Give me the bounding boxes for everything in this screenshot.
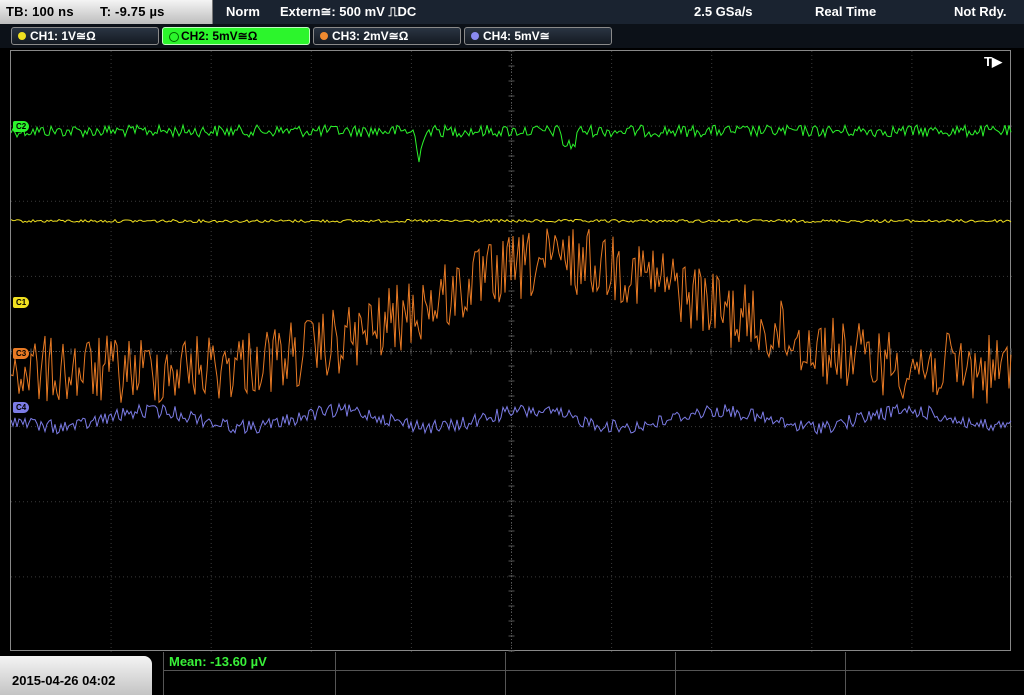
trigger-status: Not Rdy.: [954, 4, 1007, 19]
ch3-offset-marker[interactable]: C3: [13, 348, 30, 359]
ch1-label: CH1: 1V≅Ω: [30, 29, 96, 43]
ch3-label: CH3: 2mV≅Ω: [332, 29, 409, 43]
graticule-and-traces: [11, 51, 1012, 652]
ch2-offset-marker[interactable]: C2: [13, 121, 30, 132]
ch4-offset-marker[interactable]: C4: [13, 402, 30, 413]
meas-cell-2: [335, 652, 336, 695]
measurement-table[interactable]: Mean: -13.60 µV: [163, 652, 1024, 695]
channel-tab-ch3[interactable]: CH3: 2mV≅Ω: [313, 27, 461, 45]
channel-bar: CH1: 1V≅Ω CH2: 5mV≅Ω CH3: 2mV≅Ω CH4: 5mV…: [0, 24, 1024, 48]
ch3-color-dot: [320, 32, 328, 40]
waveform-display[interactable]: [10, 50, 1012, 652]
ch1-color-dot: [18, 32, 26, 40]
ch4-color-dot: [471, 32, 479, 40]
timebase-box[interactable]: TB: 100 ns T: -9.75 µs: [0, 0, 213, 24]
ch2-label: CH2: 5mV≅Ω: [181, 29, 258, 43]
channel-tab-ch2[interactable]: CH2: 5mV≅Ω: [162, 27, 310, 45]
mean-measurement: Mean: -13.60 µV: [169, 654, 267, 669]
trigger-source[interactable]: Extern≅: 500 mV ⎍DC: [280, 4, 416, 20]
ch4-label: CH4: 5mV≅: [483, 29, 550, 43]
meas-cell-4: [675, 652, 676, 695]
meas-cell-5: [845, 652, 846, 695]
meas-cell-1: [163, 652, 164, 695]
channel-tab-ch4[interactable]: CH4: 5mV≅: [464, 27, 612, 45]
top-status-bar: TB: 100 ns T: -9.75 µs Norm Extern≅: 500…: [0, 0, 1024, 24]
channel-tab-ch1[interactable]: CH1: 1V≅Ω: [11, 27, 159, 45]
trigger-position-marker[interactable]: T▶: [984, 54, 1002, 70]
ch3-trace: [11, 228, 1012, 404]
ch1-offset-marker[interactable]: C1: [13, 297, 30, 308]
timebase-value: TB: 100 ns: [6, 4, 74, 19]
trigger-position-value: T: -9.75 µs: [100, 4, 165, 19]
graticule-grid: [11, 51, 1012, 652]
ch2-color-dot: [169, 32, 179, 42]
datetime-value: 2015-04-26 04:02: [12, 673, 116, 688]
meas-cell-3: [505, 652, 506, 695]
sample-rate: 2.5 GSa/s: [694, 4, 753, 19]
datetime-box: 2015-04-26 04:02: [0, 656, 152, 695]
trigger-mode[interactable]: Norm: [226, 4, 260, 19]
meas-row-divider: [163, 670, 1024, 671]
acquisition-mode: Real Time: [815, 4, 877, 19]
